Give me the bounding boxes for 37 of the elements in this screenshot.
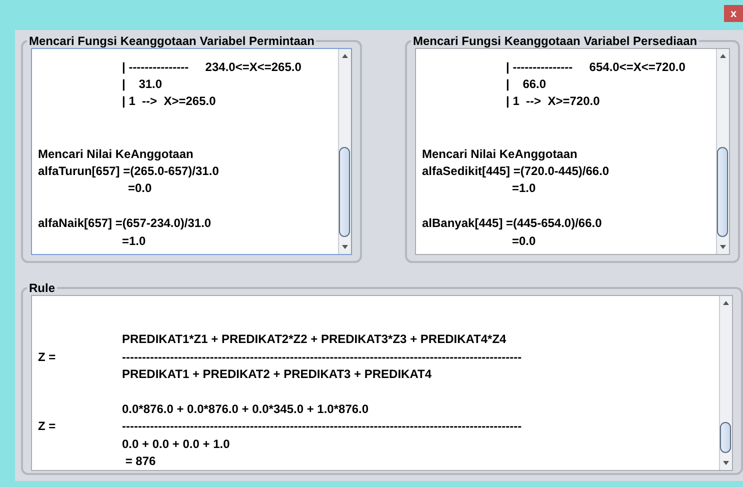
- text-line: alBanyak[445] =(445-654.0)/66.0: [422, 216, 602, 230]
- text-area[interactable]: | --------------- 654.0<=X<=720.0 | 66.0 | 1 --> X>=720.0 Mencari Nilai KeAnggotaan alfaSedikit[445] =(720.0-445)/66.0 =1.0 alBanyak[445] =(445-654.0)/66.0 =0.0: [415, 48, 730, 255]
- text-area[interactable]: | --------------- 234.0<=X<=265.0 | 31.0 | 1 --> X>=265.0 Mencari Nilai KeAnggotaan alfaTurun[657] =(265.0-657)/31.0 =0.0 alfaNaik[657] =(657-234.0)/31.0 =1.0: [31, 48, 352, 255]
- scroll-thumb[interactable]: [717, 147, 728, 236]
- text-line: =1.0: [122, 234, 146, 248]
- panel-title: Rule: [28, 281, 56, 295]
- text-line: Mencari Nilai KeAnggotaan: [422, 146, 578, 161]
- scrollbar[interactable]: [338, 49, 351, 254]
- text-line: =1.0: [512, 181, 536, 196]
- text-line: | --------------- 234.0<=X<=265.0: [122, 60, 302, 74]
- text-line: =0.0: [512, 234, 536, 248]
- text-line: =0.0: [128, 181, 152, 196]
- text-line: | 31.0: [122, 77, 162, 92]
- text-line: | --------------- 654.0<=X<=720.0: [506, 60, 686, 74]
- scrollbar[interactable]: [716, 49, 729, 254]
- line-label: Z =: [38, 419, 57, 434]
- text-line: alfaSedikit[445] =(720.0-445)/66.0: [422, 164, 610, 178]
- panel-title: Mencari Fungsi Keanggotaan Variabel Permintaan: [28, 34, 316, 48]
- text-line: alfaTurun[657] =(265.0-657)/31.0: [38, 164, 219, 178]
- text-line: Mencari Nilai KeAnggotaan: [38, 146, 194, 161]
- scroll-thumb[interactable]: [720, 422, 731, 454]
- text-line: PREDIKAT1*Z1 + PREDIKAT2*Z2 + PREDIKAT3*Z3 + PREDIKAT4*Z4: [122, 332, 506, 346]
- text-line: 0.0*876.0 + 0.0*876.0 + 0.0*345.0 + 1.0*876.0: [122, 402, 369, 416]
- text-line: ----------------------------------------------------------------------------------------------------: [122, 419, 522, 434]
- text-line: | 1 --> X>=720.0: [506, 94, 600, 108]
- scroll-thumb[interactable]: [339, 147, 350, 236]
- scrollbar[interactable]: [719, 296, 732, 470]
- line-label: Z =: [38, 350, 57, 364]
- text-line: 0.0 + 0.0 + 0.0 + 1.0: [122, 436, 230, 451]
- close-button[interactable]: x: [724, 5, 743, 22]
- text-line: ----------------------------------------------------------------------------------------------------: [122, 350, 522, 364]
- text-line: PREDIKAT1 + PREDIKAT2 + PREDIKAT3 + PREDIKAT4: [122, 367, 432, 382]
- text-line: = 876: [124, 454, 156, 468]
- panel-title: Mencari Fungsi Keanggotaan Variabel Persediaan: [412, 34, 698, 48]
- text-line: | 66.0: [506, 77, 546, 92]
- text-line: | 1 --> X>=265.0: [122, 94, 216, 108]
- text-line: alfaNaik[657] =(657-234.0)/31.0: [38, 216, 212, 230]
